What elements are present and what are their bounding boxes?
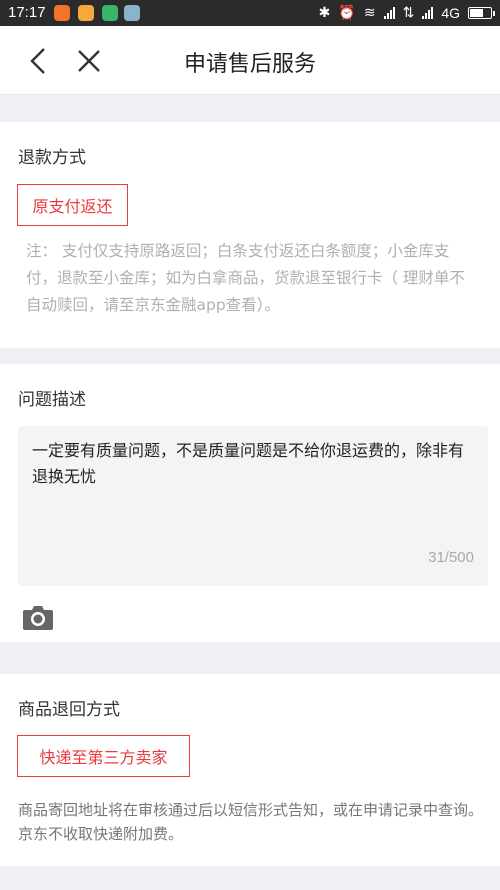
data-transfer-icon: ⇅: [402, 4, 415, 20]
wifi-icon: ≋: [363, 4, 376, 20]
notification-app-icon: [54, 5, 70, 21]
nav-bar: 申请售后服务: [0, 26, 500, 95]
return-option-express[interactable]: 快递至第三方卖家: [17, 735, 190, 777]
bluetooth-icon: ✱: [318, 4, 331, 20]
signal-icon-2: [422, 6, 434, 19]
refund-note: 注： 支付仅支持原路返回；白条支付返还白条额度；小金库支付，退款至小金库；如为白…: [26, 242, 465, 314]
return-info: 商品寄回地址将在审核通过后以短信形式告知，或在申请记录中查询。京东不收取快递附加…: [18, 801, 484, 843]
camera-icon: [23, 606, 53, 630]
refund-option-original-payment[interactable]: 原支付返还: [17, 184, 128, 226]
return-section: 商品退回方式 快递至第三方卖家 商品寄回地址将在审核通过后以短信形式告知，或在申…: [0, 674, 500, 866]
problem-description-text: 一定要有质量问题，不是质量问题是不给你退运费的，除非有退换无忧: [32, 441, 465, 486]
problem-title: 问题描述: [18, 390, 86, 410]
page-title: 申请售后服务: [183, 52, 316, 77]
return-title: 商品退回方式: [18, 700, 120, 720]
message-app-icon: [124, 5, 140, 21]
status-bar: 17:17 ✱ ⏰ ≋ ⇅ 4G: [0, 0, 500, 26]
status-indicators: ✱ ⏰ ≋ ⇅ 4G: [318, 4, 495, 21]
android-app-icon: [102, 5, 118, 21]
battery-icon: [468, 6, 495, 19]
alarm-icon: ⏰: [338, 4, 356, 20]
problem-description-input[interactable]: 一定要有质量问题，不是质量问题是不给你退运费的，除非有退换无忧 31/500: [18, 426, 488, 586]
mail-app-icon: [78, 5, 94, 21]
refund-section: 退款方式 原支付返还 注： 支付仅支持原路返回；白条支付返还白条额度；小金库支付…: [0, 122, 500, 348]
char-counter: 31/500: [428, 549, 474, 566]
network-type: 4G: [441, 4, 460, 21]
signal-icon: [383, 6, 395, 19]
camera-upload-button[interactable]: [22, 603, 54, 631]
refund-title: 退款方式: [18, 148, 86, 168]
status-time: 17:17: [8, 4, 46, 21]
